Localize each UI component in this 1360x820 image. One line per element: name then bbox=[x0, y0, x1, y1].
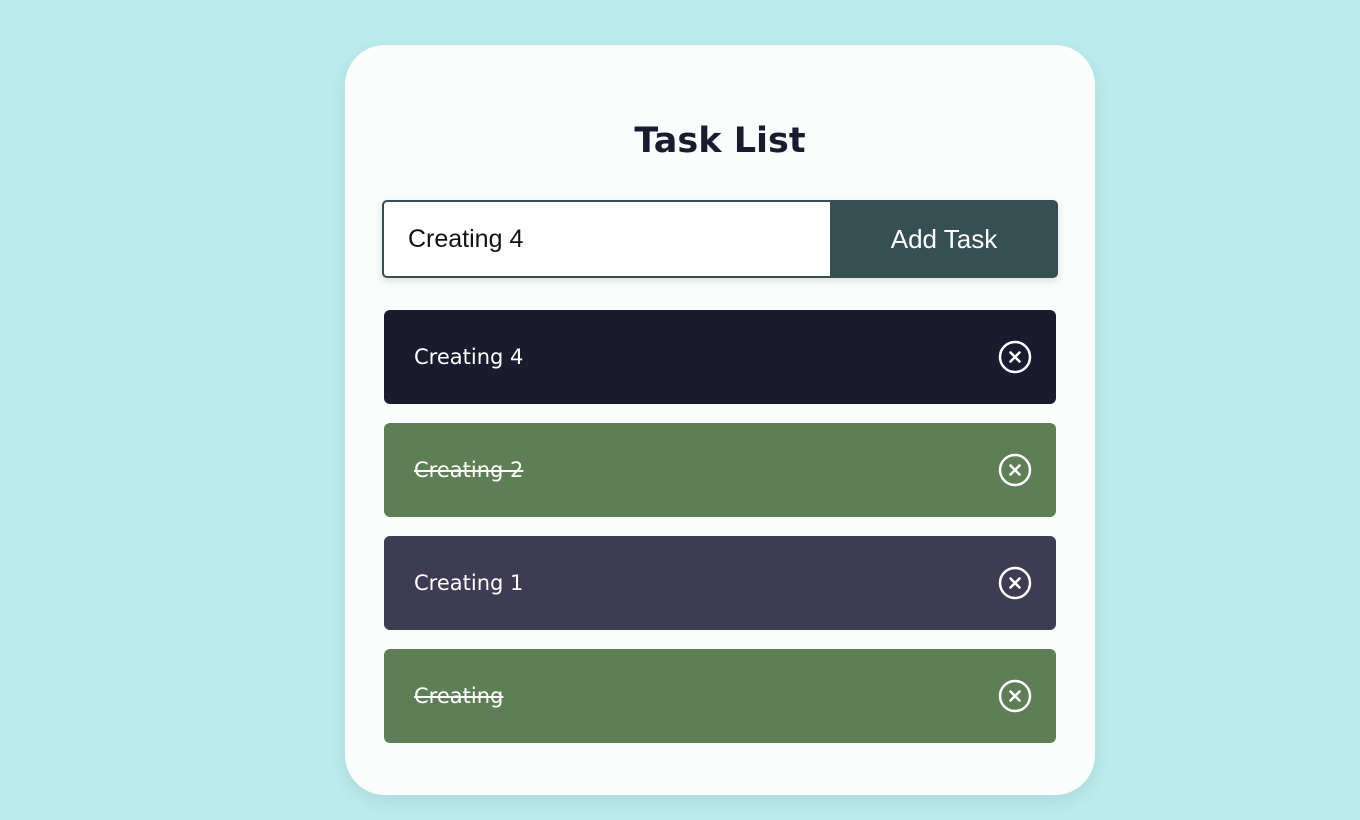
delete-task-button[interactable] bbox=[998, 566, 1032, 600]
delete-task-button[interactable] bbox=[998, 679, 1032, 713]
delete-task-button[interactable] bbox=[998, 340, 1032, 374]
task-input[interactable] bbox=[382, 200, 830, 278]
page-title: Task List bbox=[634, 121, 806, 161]
task-text: Creating bbox=[414, 684, 504, 708]
close-circle-icon bbox=[998, 566, 1032, 600]
task-text: Creating 4 bbox=[414, 345, 524, 369]
task-text: Creating 2 bbox=[414, 458, 524, 482]
close-circle-icon bbox=[998, 679, 1032, 713]
task-list: Creating 4 Creating 2 Creating 1 Creatin… bbox=[384, 310, 1056, 762]
close-circle-icon bbox=[998, 453, 1032, 487]
task-item[interactable]: Creating 2 bbox=[384, 423, 1056, 517]
add-task-form: Add Task bbox=[382, 200, 1058, 278]
add-task-button[interactable]: Add Task bbox=[830, 200, 1058, 278]
delete-task-button[interactable] bbox=[998, 453, 1032, 487]
close-circle-icon bbox=[998, 340, 1032, 374]
task-text: Creating 1 bbox=[414, 571, 524, 595]
task-item[interactable]: Creating bbox=[384, 649, 1056, 743]
task-item[interactable]: Creating 1 bbox=[384, 536, 1056, 630]
task-item[interactable]: Creating 4 bbox=[384, 310, 1056, 404]
task-list-card: Task List Add Task Creating 4 Creating 2 bbox=[345, 45, 1095, 795]
